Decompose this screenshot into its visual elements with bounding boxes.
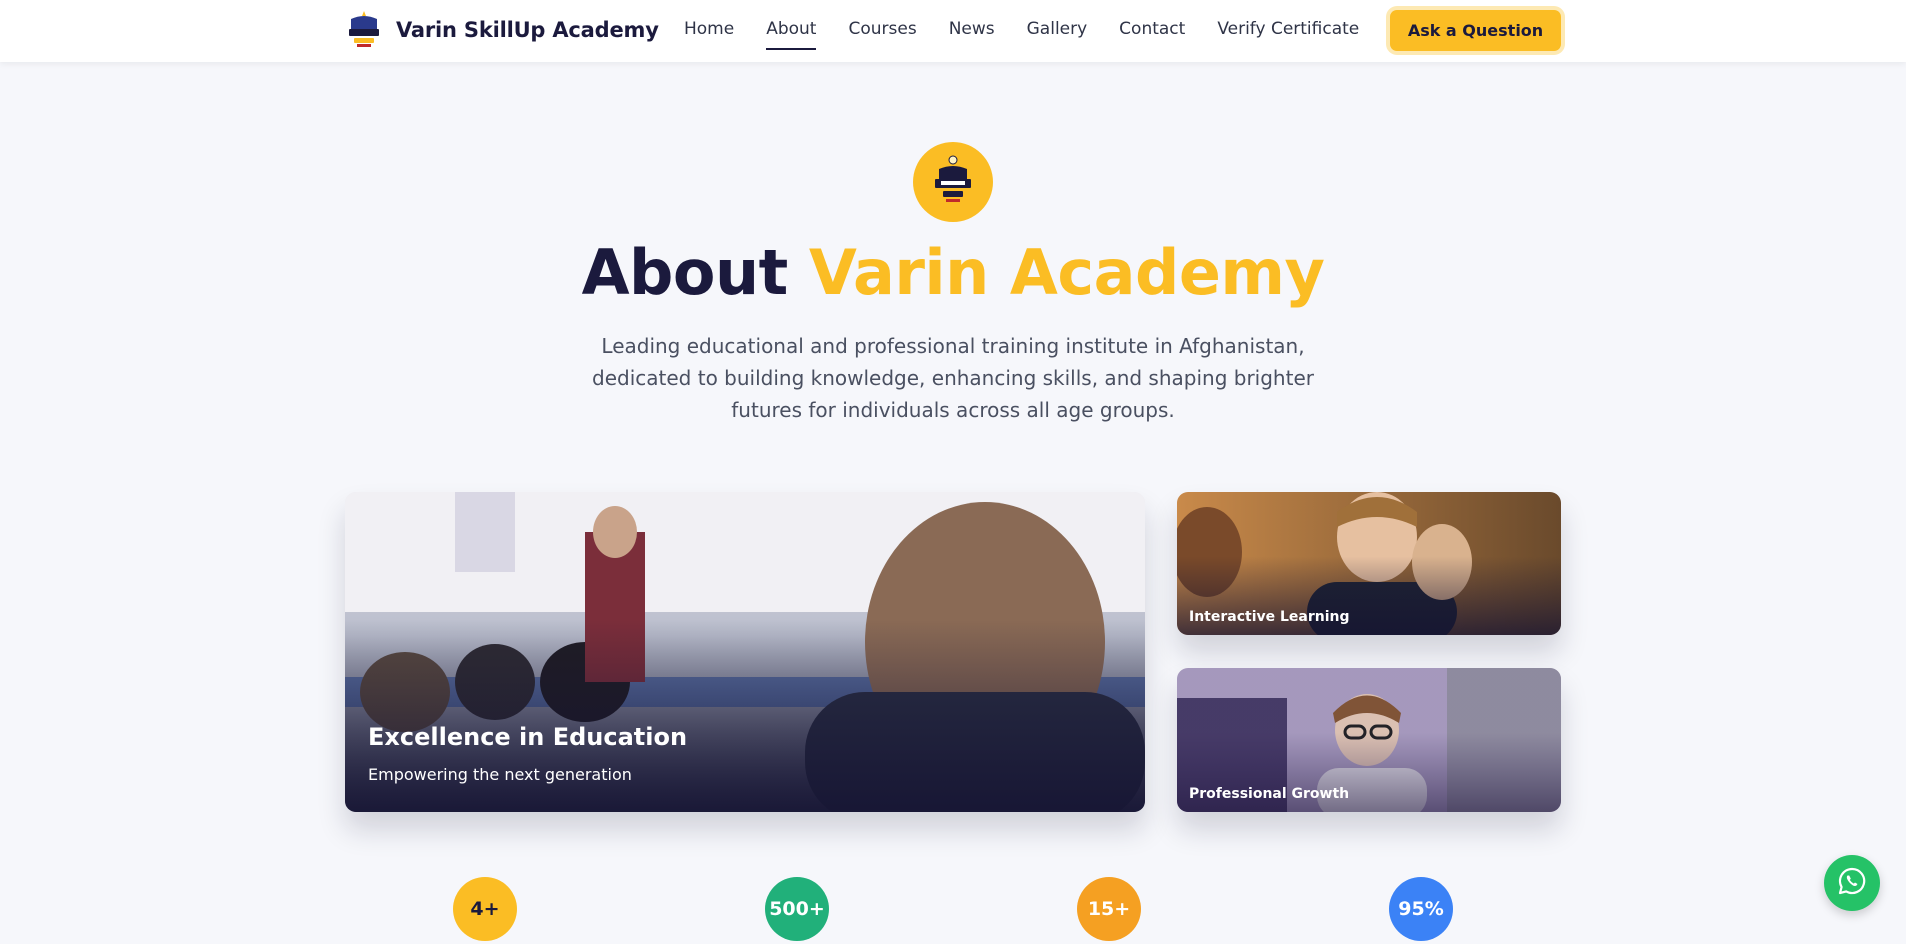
nav-link-gallery[interactable]: Gallery [1015, 0, 1100, 62]
gallery-card-professional-label: Professional Growth [1189, 786, 1350, 802]
gallery-card-interactive[interactable]: Interactive Learning [1177, 492, 1561, 635]
brand-name: Varin SkillUp Academy [396, 18, 659, 42]
ask-question-button[interactable]: Ask a Question [1390, 10, 1561, 51]
hero-badge [913, 142, 993, 222]
stat-students: 500+ [765, 877, 829, 941]
whatsapp-icon [1836, 865, 1868, 901]
gallery-card-main-subtitle: Empowering the next generation [368, 765, 632, 784]
nav-link-contact[interactable]: Contact [1107, 0, 1197, 62]
academy-logo-icon [929, 153, 977, 211]
nav-link-news[interactable]: News [937, 0, 1007, 62]
main-nav: Home About Courses News Gallery Contact … [672, 0, 1379, 62]
gallery-card-professional[interactable]: Professional Growth [1177, 668, 1561, 812]
stat-courses: 15+ [1077, 877, 1141, 941]
gallery-card-main[interactable]: Excellence in Education Empowering the n… [345, 492, 1145, 812]
classroom-image [345, 492, 1145, 812]
nav-link-about[interactable]: About [754, 0, 828, 62]
page-title-accent: Varin Academy [808, 236, 1325, 309]
gallery-card-main-title: Excellence in Education [368, 723, 688, 751]
navbar: Varin SkillUp Academy Home About Courses… [0, 0, 1906, 62]
whatsapp-button[interactable] [1824, 855, 1880, 911]
brand[interactable]: Varin SkillUp Academy [345, 9, 659, 51]
nav-link-courses[interactable]: Courses [836, 0, 928, 62]
page-title-main: About [581, 236, 789, 309]
nav-link-verify-certificate[interactable]: Verify Certificate [1205, 0, 1371, 62]
hero-description: Leading educational and professional tra… [592, 334, 1314, 422]
stat-years: 4+ [453, 877, 517, 941]
gallery-card-interactive-label: Interactive Learning [1189, 609, 1350, 625]
stat-success-rate: 95% [1389, 877, 1453, 941]
nav-link-home[interactable]: Home [672, 0, 746, 62]
page-title: About Varin Academy [0, 236, 1906, 309]
academy-logo-icon [345, 9, 383, 51]
